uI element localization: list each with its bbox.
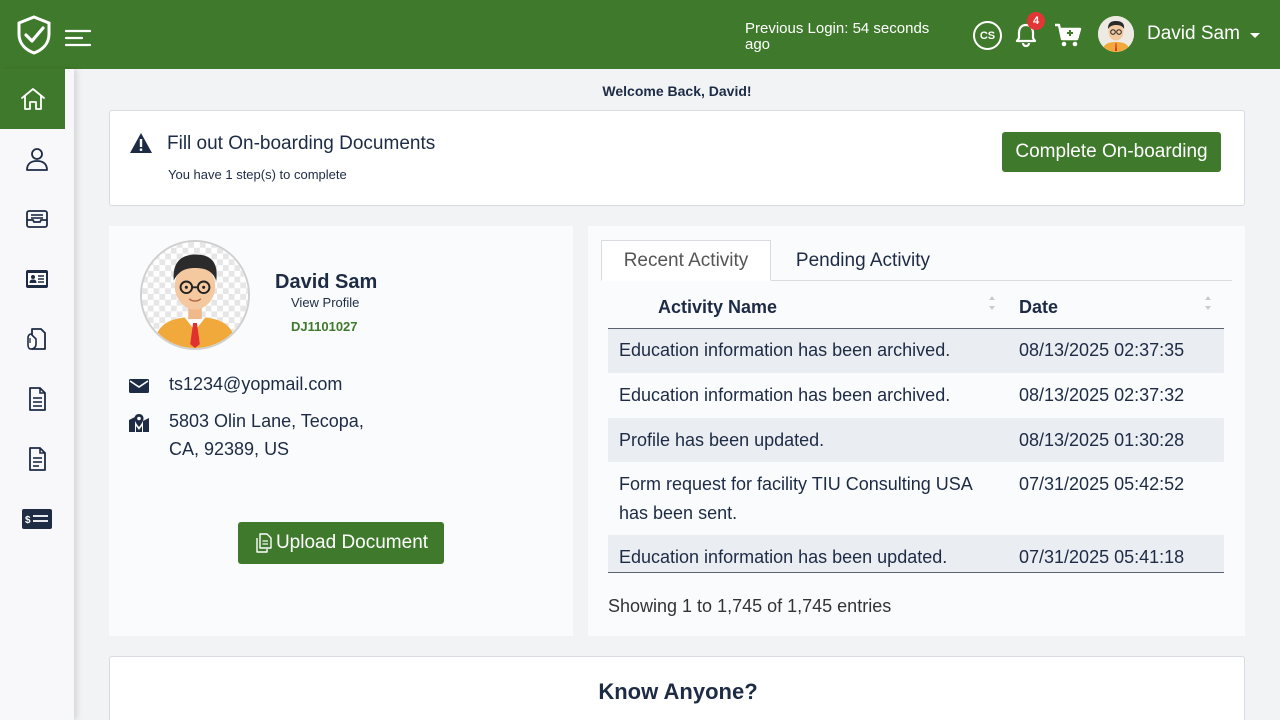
upload-document-label: Upload Document <box>275 532 429 553</box>
sidebar-item-home[interactable] <box>0 69 65 129</box>
sidebar-item-forms[interactable] <box>0 429 74 489</box>
profile-address-line2: CA, 92389, US <box>169 439 290 459</box>
svg-text:$: $ <box>25 515 31 526</box>
table-entries-info: Showing 1 to 1,745 of 1,745 entries <box>608 596 892 616</box>
user-menu[interactable]: David Sam <box>1098 16 1260 52</box>
complete-onboarding-button[interactable]: Complete On-boarding <box>1002 132 1221 172</box>
profile-address-line1: 5803 Olin Lane, Tecopa, <box>169 411 364 431</box>
onboarding-alert: Fill out On-boarding Documents You have … <box>109 110 1245 206</box>
copy-document-icon <box>256 533 272 553</box>
upload-document-button[interactable]: Upload Document <box>238 522 444 564</box>
activity-name: Education information has been updated. <box>619 547 948 567</box>
table-row[interactable]: Education information has been archived.… <box>608 373 1224 418</box>
id-card-icon <box>26 270 48 288</box>
activity-date: 07/31/2025 05:42:52 <box>1019 474 1185 494</box>
table-row[interactable]: Profile has been updated. 08/13/2025 01:… <box>608 418 1224 462</box>
table-row[interactable]: Education information has been updated. … <box>608 535 1224 573</box>
activity-tabs: Recent Activity Pending Activity <box>601 240 1232 281</box>
sidebar-item-payments[interactable]: $ <box>0 489 74 549</box>
previous-login-text: Previous Login: 54 seconds ago <box>745 20 930 53</box>
profile-name: David Sam <box>275 271 378 293</box>
activity-card: Recent Activity Pending Activity Activit… <box>588 226 1245 636</box>
menu-toggle-icon[interactable] <box>64 28 92 48</box>
envelope-icon <box>129 379 149 393</box>
profile-avatar <box>140 240 250 350</box>
activity-date: 08/13/2025 01:30:28 <box>1019 430 1185 450</box>
activity-date: 08/13/2025 02:37:32 <box>1019 385 1185 405</box>
shield-check-logo-icon[interactable] <box>16 15 52 55</box>
onboarding-title: Fill out On-boarding Documents <box>167 133 436 154</box>
cs-icon[interactable]: CS <box>973 21 1002 50</box>
sidebar-item-id-card[interactable] <box>0 249 74 309</box>
user-name: David Sam <box>1147 23 1240 44</box>
welcome-message: Welcome Back, David! <box>602 83 752 99</box>
sort-icon[interactable] <box>988 294 996 312</box>
activity-date: 08/13/2025 02:37:35 <box>1019 340 1185 360</box>
map-marker-icon <box>129 414 149 432</box>
table-header: Activity Name Date <box>608 286 1224 329</box>
referral-title: Know Anyone? <box>598 679 758 704</box>
activity-name: Education information has been archived. <box>619 340 951 360</box>
sort-icon[interactable] <box>1204 294 1212 312</box>
tab-pending-activity[interactable]: Pending Activity <box>777 240 949 281</box>
cart-icon[interactable] <box>1054 22 1082 48</box>
file-text-icon <box>29 387 46 411</box>
sidebar-item-profile[interactable] <box>0 129 74 189</box>
column-activity-name[interactable]: Activity Name <box>658 286 777 328</box>
column-date[interactable]: Date <box>1019 286 1058 328</box>
activity-name: Profile has been updated. <box>619 430 825 450</box>
profile-email: ts1234@yopmail.com <box>169 374 343 394</box>
sidebar: $ <box>0 69 74 720</box>
document-hand-icon <box>27 328 46 350</box>
sidebar-item-files[interactable] <box>0 369 74 429</box>
activity-table: Activity Name Date Education information… <box>608 286 1224 573</box>
activity-name: Form request for facility TIU Consulting… <box>619 474 973 494</box>
activity-date: 07/31/2025 05:41:18 <box>1019 547 1185 567</box>
payment-card-icon: $ <box>22 509 52 529</box>
table-bottom-border <box>608 572 1224 573</box>
table-row[interactable]: Education information has been archived.… <box>608 329 1224 373</box>
profile-card: David Sam View Profile DJ1101027 ts1234@… <box>109 226 573 636</box>
tab-recent-activity[interactable]: Recent Activity <box>601 240 771 281</box>
warning-icon <box>130 133 152 153</box>
file-lines-icon <box>29 447 46 471</box>
referral-card: Know Anyone? <box>109 656 1245 720</box>
table-row[interactable]: Form request for facility TIU Consulting… <box>608 462 1224 535</box>
sidebar-item-documents-sign[interactable] <box>0 309 74 369</box>
onboarding-subtitle: You have 1 step(s) to complete <box>168 167 347 182</box>
sidebar-item-inbox[interactable] <box>0 189 74 249</box>
inbox-icon <box>26 210 48 228</box>
view-profile-link[interactable]: View Profile <box>291 295 359 310</box>
activity-name: Education information has been archived. <box>619 385 951 405</box>
avatar <box>1098 16 1134 52</box>
top-navigation-bar: Previous Login: 54 seconds ago CS 4 Davi… <box>0 0 1280 69</box>
activity-name-continued: has been sent. <box>619 503 738 523</box>
chevron-down-icon <box>1249 32 1260 38</box>
notification-badge: 4 <box>1027 12 1045 30</box>
profile-id: DJ1101027 <box>291 319 358 334</box>
home-icon <box>20 88 45 110</box>
user-icon <box>26 148 48 171</box>
